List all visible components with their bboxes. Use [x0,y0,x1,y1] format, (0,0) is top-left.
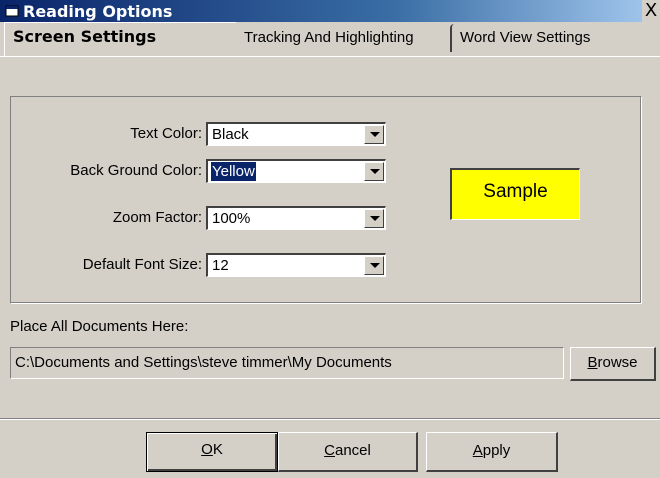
zoom-factor-label: Zoom Factor: [112,209,202,226]
ok-button[interactable]: OK [146,432,278,472]
window-title: Reading Options [23,2,173,21]
tab-panel-border [0,56,660,57]
browse-label: rowse [597,354,638,371]
tab-screen-settings[interactable]: Screen Settings [4,22,236,56]
default-font-size-label: Default Font Size: [82,256,202,273]
background-color-value: Yellow [210,161,257,182]
documents-path-field[interactable]: C:\Documents and Settings\steve timmer\M… [10,347,564,379]
tab-word-view-settings[interactable]: Word View Settings [450,24,660,52]
apply-accelerator: A [472,442,483,459]
documents-location-label: Place All Documents Here: [10,318,189,335]
apply-label: pply [482,442,511,459]
text-color-label: Text Color: [130,125,202,142]
browse-accelerator: B [587,354,598,371]
reading-options-dialog: Reading Options X Screen Settings Tracki… [0,0,660,478]
sample-preview: Sample [450,168,580,220]
browse-button[interactable]: Browse [570,347,656,381]
close-icon[interactable]: X [642,0,660,22]
cancel-accelerator: C [324,442,335,459]
chevron-down-icon[interactable] [364,256,384,275]
background-color-label: Back Ground Color: [70,162,202,179]
zoom-factor-select[interactable]: 100% [206,206,386,230]
default-font-size-select[interactable]: 12 [206,253,386,277]
chevron-down-icon[interactable] [364,209,384,228]
separator-highlight [0,419,660,420]
cancel-label: ancel [334,442,371,459]
default-font-size-value: 12 [212,257,229,274]
chevron-down-icon[interactable] [364,125,384,144]
ok-label: K [212,441,223,458]
background-color-select[interactable]: Yellow [206,159,386,183]
cancel-button[interactable]: Cancel [278,432,418,472]
zoom-factor-value: 100% [212,210,251,227]
apply-button[interactable]: Apply [426,432,558,472]
text-color-value: Black [212,126,249,143]
app-icon [5,5,19,17]
chevron-down-icon[interactable] [364,162,384,181]
title-bar[interactable]: Reading Options X [0,0,660,22]
tab-tracking-and-highlighting[interactable]: Tracking And Highlighting [232,24,450,52]
ok-accelerator: O [201,441,213,458]
text-color-select[interactable]: Black [206,122,386,146]
